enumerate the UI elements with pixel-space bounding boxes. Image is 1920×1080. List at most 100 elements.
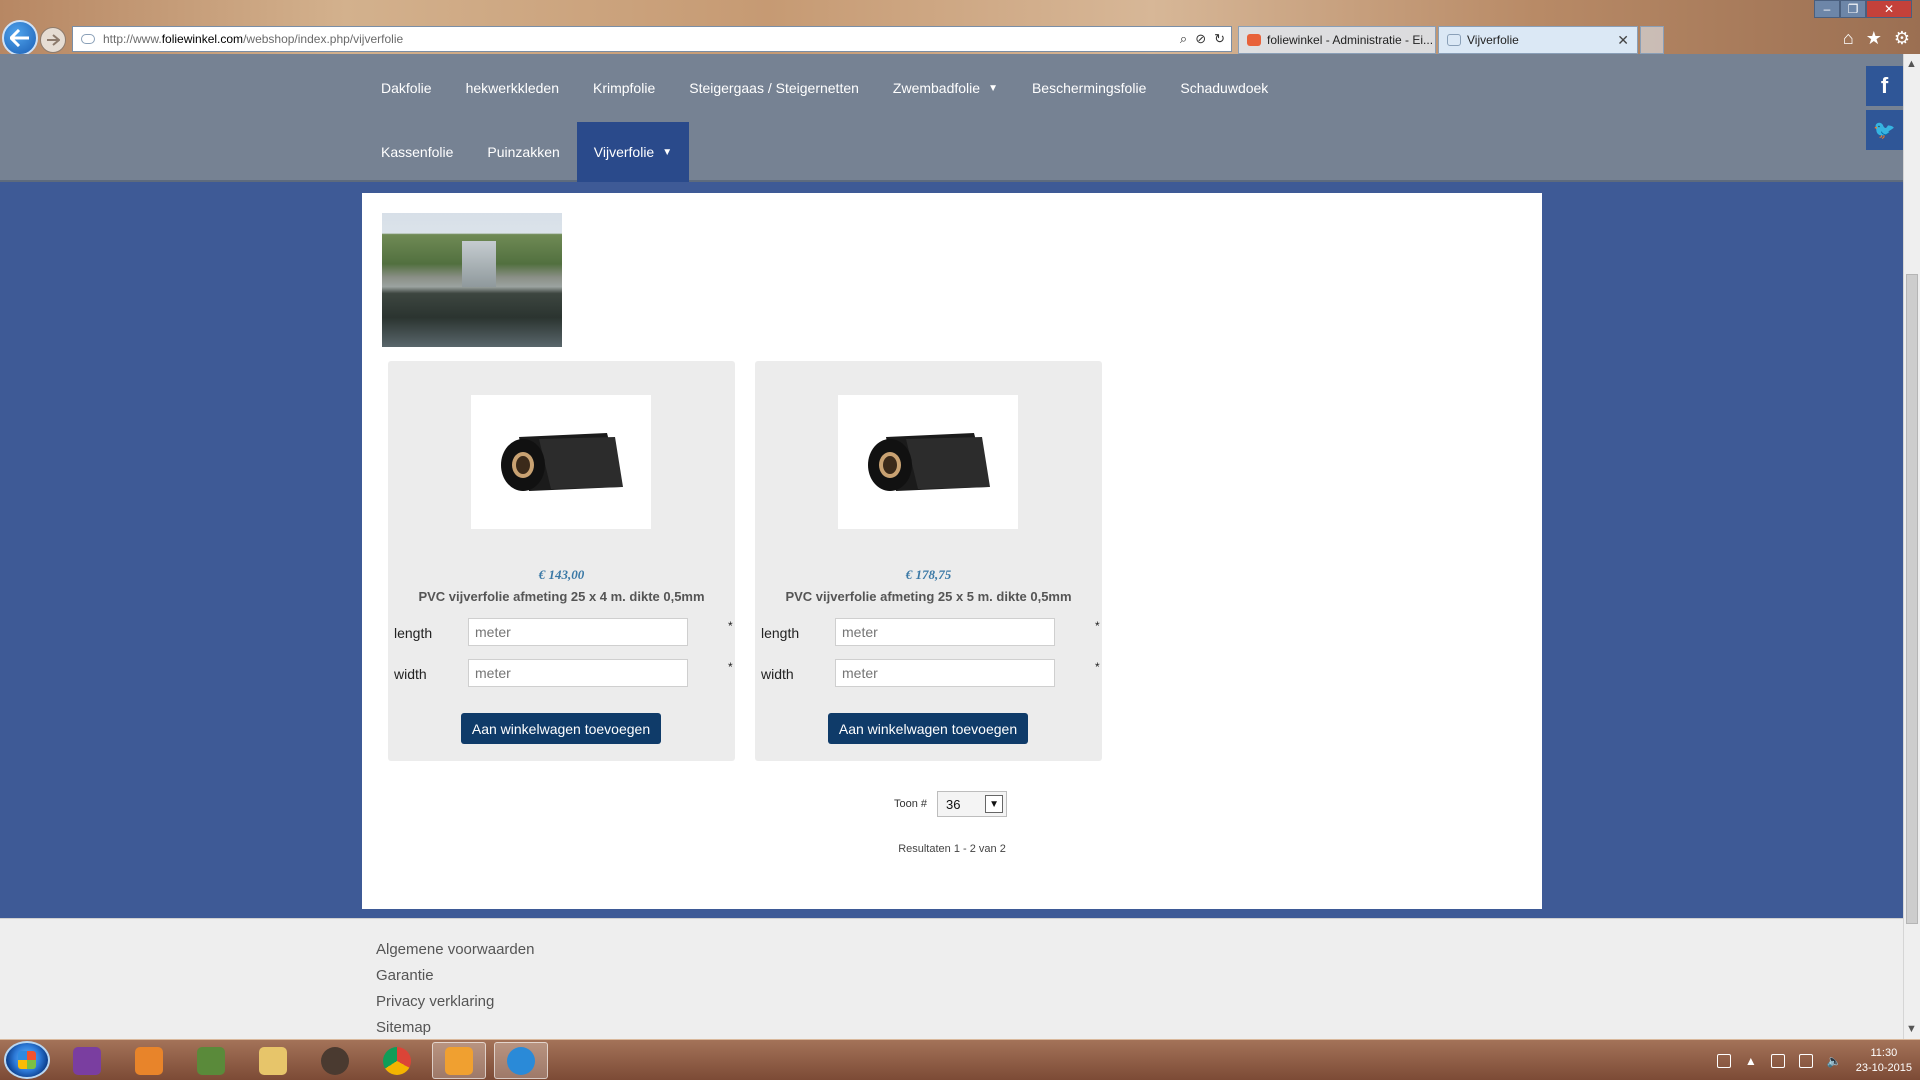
outlook-icon[interactable] [432, 1042, 486, 1079]
tab-label: foliewinkel - Administratie - Ei... [1267, 33, 1434, 47]
nav-item-steigergaas[interactable]: Steigergaas / Steigernetten [672, 64, 876, 112]
compatibility-icon[interactable]: ⊘ [1195, 31, 1206, 47]
home-icon[interactable]: ⌂ [1843, 28, 1854, 49]
volume-icon[interactable]: 🔈 [1827, 1054, 1842, 1068]
forward-button[interactable] [40, 27, 66, 53]
twitter-button[interactable]: 🐦 [1866, 110, 1903, 150]
tab-vijverfolie[interactable]: Vijverfolie ✕ [1438, 26, 1638, 54]
footer-link-privacy[interactable]: Privacy verklaring [376, 993, 534, 1010]
results-per-page: Toon # 36 ▼ [894, 791, 1008, 817]
category-image-pond [382, 213, 562, 347]
scroll-thumb[interactable] [1906, 274, 1918, 924]
close-window-button[interactable]: ✕ [1866, 0, 1912, 18]
product-image[interactable] [471, 395, 651, 529]
network-icon[interactable] [1798, 1053, 1813, 1068]
nav-item-hekwerkkleden[interactable]: hekwerkkleden [449, 64, 576, 112]
nav-item-beschermingsfolie[interactable]: Beschermingsfolie [1015, 64, 1163, 112]
url-prefix: http://www. [103, 32, 162, 46]
product-name[interactable]: PVC vijverfolie afmeting 25 x 4 m. dikte… [388, 589, 735, 604]
width-label: width [394, 666, 427, 682]
foil-roll-image [868, 433, 990, 491]
internet-explorer-icon[interactable] [494, 1042, 548, 1079]
nav-item-kassenfolie[interactable]: Kassenfolie [364, 122, 470, 182]
nav-label: Vijverfolie [593, 144, 655, 160]
scroll-up-icon[interactable]: ▲ [1906, 58, 1917, 70]
chevron-down-icon[interactable]: ▼ [985, 795, 1004, 813]
onenote-icon[interactable] [60, 1042, 114, 1079]
nav-row-primary: Dakfolie hekwerkkleden Krimpfolie Steige… [364, 64, 1285, 112]
product-card: € 178,75 PVC vijverfolie afmeting 25 x 5… [755, 361, 1102, 761]
refresh-icon[interactable]: ↻ [1214, 31, 1225, 47]
width-input[interactable] [835, 659, 1055, 687]
chevron-down-icon: ▼ [988, 82, 998, 94]
required-mark: * [1095, 660, 1100, 674]
windows-logo-icon [18, 1051, 36, 1069]
minecraft-icon[interactable] [184, 1042, 238, 1079]
tab-administratie[interactable]: foliewinkel - Administratie - Ei... [1238, 26, 1436, 54]
chrome-icon[interactable] [370, 1042, 424, 1079]
footer-link-sitemap[interactable]: Sitemap [376, 1019, 534, 1036]
add-to-cart-button[interactable]: Aan winkelwagen toevoegen [461, 713, 661, 744]
foil-roll-image [501, 433, 623, 491]
per-page-select[interactable]: 36 ▼ [937, 791, 1008, 817]
app-icon[interactable] [308, 1042, 362, 1079]
width-input[interactable] [468, 659, 688, 687]
windows-taskbar: ▲ 🔈 11:30 23-10-2015 [0, 1039, 1920, 1080]
footer-link-voorwaarden[interactable]: Algemene voorwaarden [376, 941, 534, 958]
file-explorer-icon[interactable] [246, 1042, 300, 1079]
show-hidden-icons-icon[interactable]: ▲ [1745, 1054, 1757, 1068]
page-icon [81, 34, 95, 44]
nav-item-dakfolie[interactable]: Dakfolie [364, 64, 449, 112]
back-button[interactable] [2, 20, 38, 56]
per-page-value: 36 [946, 796, 961, 812]
facebook-icon: f [1880, 73, 1889, 98]
new-tab-button[interactable] [1640, 26, 1664, 54]
twitter-icon: 🐦 [1873, 119, 1896, 140]
nav-row-secondary: Kassenfolie Puinzakken Vijverfolie ▼ [364, 122, 690, 182]
scroll-down-icon[interactable]: ▼ [1906, 1023, 1917, 1035]
settings-gear-icon[interactable]: ⚙ [1894, 28, 1910, 49]
toon-label: Toon # [894, 798, 928, 810]
clock[interactable]: 11:30 23-10-2015 [1856, 1046, 1912, 1076]
results-count: Resultaten 1 - 2 van 2 [898, 843, 1006, 855]
length-input[interactable] [468, 618, 688, 646]
restore-button[interactable]: ❐ [1840, 0, 1866, 18]
facebook-button[interactable]: f [1866, 66, 1903, 106]
width-label: width [761, 666, 794, 682]
system-tray: ▲ 🔈 11:30 23-10-2015 [1716, 1040, 1912, 1080]
tab-label: Vijverfolie [1467, 33, 1519, 47]
search-icon[interactable]: ⌕ [1180, 31, 1187, 47]
media-player-icon[interactable] [122, 1042, 176, 1079]
main-content: € 143,00 PVC vijverfolie afmeting 25 x 4… [362, 193, 1542, 909]
minimize-button[interactable]: – [1814, 0, 1840, 18]
add-to-cart-button[interactable]: Aan winkelwagen toevoegen [828, 713, 1028, 744]
tab-favicon-icon [1247, 34, 1261, 46]
favorites-star-icon[interactable]: ★ [1866, 28, 1882, 49]
required-mark: * [1095, 619, 1100, 633]
nav-item-puinzakken[interactable]: Puinzakken [470, 122, 576, 182]
clock-time: 11:30 [1870, 1046, 1898, 1059]
address-bar[interactable]: http://www. foliewinkel.com/webshop/index… [72, 26, 1232, 52]
product-card: € 143,00 PVC vijverfolie afmeting 25 x 4… [388, 361, 735, 761]
vertical-scrollbar[interactable]: ▲ ▼ [1903, 54, 1920, 1039]
action-center-flag-icon[interactable] [1770, 1053, 1785, 1068]
product-name[interactable]: PVC vijverfolie afmeting 25 x 5 m. dikte… [755, 589, 1102, 604]
footer-links: Algemene voorwaarden Garantie Privacy ve… [376, 941, 534, 1039]
page-footer: Algemene voorwaarden Garantie Privacy ve… [0, 918, 1903, 1039]
nav-item-krimpfolie[interactable]: Krimpfolie [576, 64, 672, 112]
start-button[interactable] [4, 1041, 50, 1079]
url-domain: foliewinkel.com [161, 32, 244, 46]
length-input[interactable] [835, 618, 1055, 646]
footer-link-garantie[interactable]: Garantie [376, 967, 534, 984]
length-label: length [761, 625, 800, 641]
nav-item-vijverfolie[interactable]: Vijverfolie ▼ [576, 122, 690, 182]
close-tab-icon[interactable]: ✕ [1617, 32, 1629, 49]
keyboard-icon[interactable] [1716, 1053, 1731, 1068]
length-label: length [394, 625, 433, 641]
nav-item-schaduwdoek[interactable]: Schaduwdoek [1163, 64, 1285, 112]
browser-chrome: http://www. foliewinkel.com/webshop/index… [0, 0, 1920, 56]
nav-label: Zwembadfolie [892, 80, 981, 96]
nav-item-zwembadfolie[interactable]: Zwembadfolie ▼ [876, 64, 1015, 112]
product-price: € 178,75 [905, 567, 952, 582]
product-image[interactable] [838, 395, 1018, 529]
